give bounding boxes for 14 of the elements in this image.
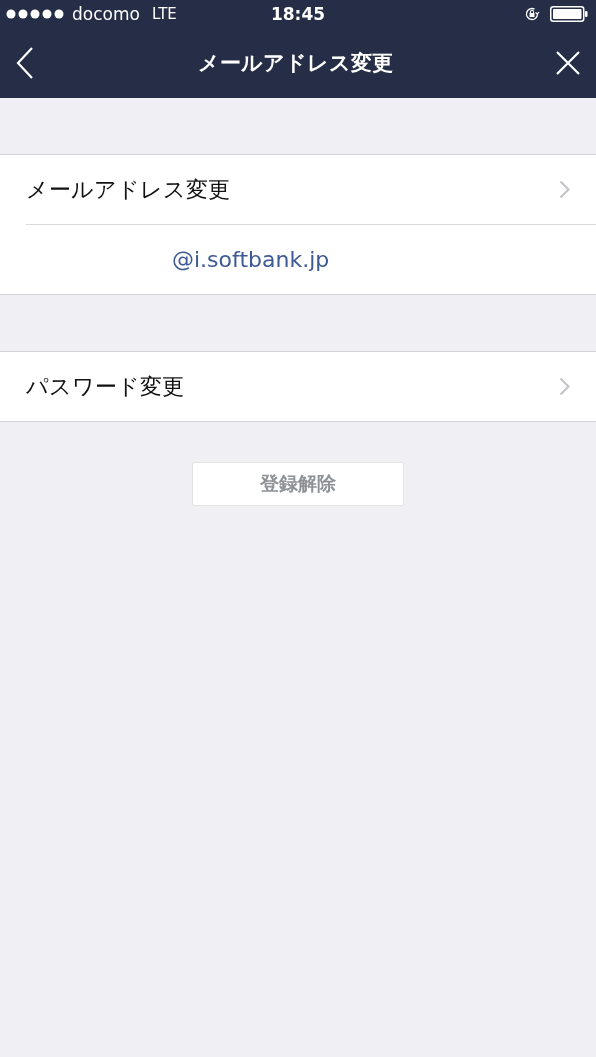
battery-icon (550, 6, 588, 22)
close-icon[interactable] (556, 51, 580, 75)
back-icon[interactable] (16, 47, 34, 79)
chevron-right-icon (559, 377, 570, 396)
email-address: @i.softbank.jp (172, 247, 330, 272)
carrier-name: docomo (72, 4, 140, 24)
settings-row[interactable]: パスワード変更 (0, 352, 596, 421)
signal-dots-icon (6, 9, 66, 19)
rotation-lock-icon (524, 6, 540, 22)
chevron-right-icon (559, 180, 570, 199)
screen-title: メールアドレス変更 (197, 50, 393, 77)
network-type: LTE (151, 5, 177, 23)
settings-row[interactable]: メールアドレス変更 (0, 155, 596, 224)
status-time: 18:45 (270, 4, 326, 24)
